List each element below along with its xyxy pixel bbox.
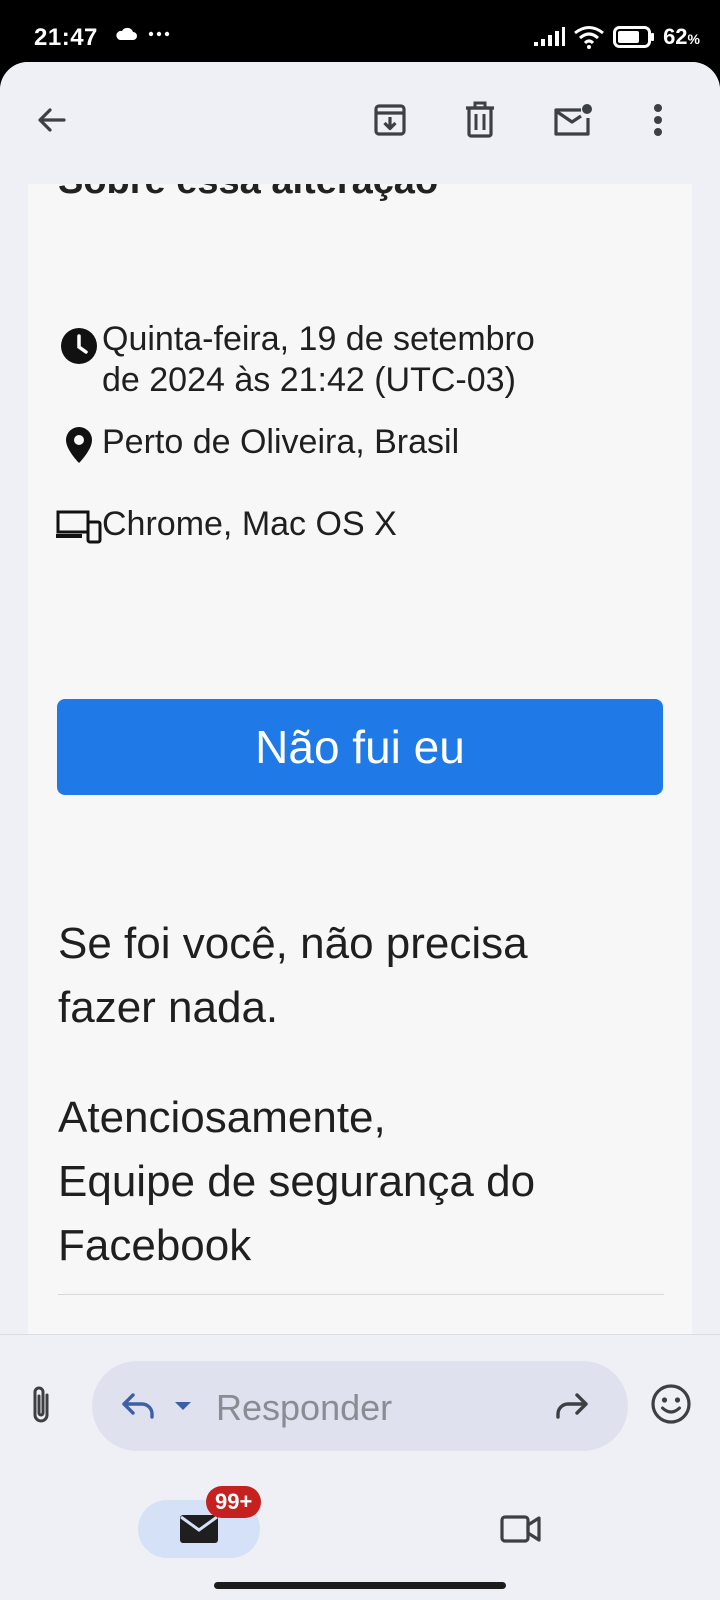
cloud-icon bbox=[116, 27, 137, 40]
date-row: Quinta-feira, 19 de setembro de 2024 às … bbox=[56, 319, 535, 401]
video-camera-icon bbox=[500, 1515, 541, 1543]
location-pin-icon bbox=[66, 427, 92, 463]
battery-percent: 62 bbox=[663, 24, 688, 49]
signature: Atenciosamente, Equipe de segurança do F… bbox=[58, 1086, 658, 1278]
emoji-icon bbox=[651, 1384, 691, 1424]
mail-icon bbox=[180, 1515, 218, 1543]
date-line-1: Quinta-feira, 19 de setembro bbox=[102, 320, 535, 358]
status-bar: 21:47 62% bbox=[0, 0, 720, 66]
attach-button[interactable] bbox=[26, 1383, 56, 1432]
battery-unit: % bbox=[687, 31, 700, 47]
back-arrow-icon bbox=[38, 108, 66, 132]
home-indicator[interactable] bbox=[214, 1582, 506, 1589]
email-body: Sobre essa alteração Quinta-feira, 19 de… bbox=[28, 174, 692, 1402]
wifi-icon bbox=[574, 26, 604, 49]
emoji-button[interactable] bbox=[650, 1383, 692, 1430]
device-text: Chrome, Mac OS X bbox=[102, 505, 397, 543]
date-line-2: de 2024 às 21:42 (UTC-03) bbox=[102, 361, 516, 399]
back-button[interactable] bbox=[24, 92, 80, 148]
gmail-app: Sobre essa alteração Quinta-feira, 19 de… bbox=[0, 62, 720, 1600]
signoff-line-3: Facebook bbox=[58, 1221, 252, 1270]
device-row: Chrome, Mac OS X bbox=[56, 504, 397, 545]
chevron-down-icon[interactable] bbox=[174, 1401, 192, 1411]
devices-icon bbox=[56, 510, 102, 544]
reply-icon bbox=[122, 1393, 154, 1419]
clock-icon bbox=[61, 328, 97, 364]
delete-icon bbox=[466, 101, 494, 138]
signoff-line-1: Atenciosamente, bbox=[58, 1093, 386, 1142]
body-line-1: Se foi você, não precisa bbox=[58, 919, 528, 968]
unread-badge: 99+ bbox=[206, 1486, 262, 1518]
reply-placeholder: Responder bbox=[216, 1387, 393, 1428]
location-row: Perto de Oliveira, Brasil bbox=[56, 422, 459, 464]
more-dots-icon bbox=[148, 31, 170, 37]
location-text: Perto de Oliveira, Brasil bbox=[102, 423, 460, 461]
signoff-line-2: Equipe de segurança do bbox=[58, 1157, 536, 1206]
email-toolbar bbox=[0, 62, 720, 184]
archive-icon bbox=[374, 104, 406, 136]
more-options-icon bbox=[654, 104, 662, 136]
nav-meet[interactable] bbox=[500, 1514, 542, 1549]
reply-field[interactable]: Responder bbox=[92, 1361, 628, 1451]
more-options-button[interactable] bbox=[630, 92, 686, 148]
body-paragraph: Se foi você, não precisa fazer nada. bbox=[58, 912, 658, 1040]
signal-icon bbox=[534, 27, 566, 46]
body-line-2: fazer nada. bbox=[58, 983, 279, 1032]
delete-button[interactable] bbox=[452, 92, 508, 148]
archive-button[interactable] bbox=[362, 92, 418, 148]
battery-icon bbox=[613, 26, 655, 48]
status-time: 21:47 bbox=[34, 24, 98, 51]
attachment-icon bbox=[33, 1386, 49, 1423]
divider bbox=[58, 1294, 664, 1295]
not-me-button[interactable]: Não fui eu bbox=[57, 699, 663, 795]
reply-bar: Responder bbox=[0, 1334, 720, 1475]
mark-unread-icon bbox=[554, 104, 592, 136]
forward-icon[interactable] bbox=[554, 1389, 590, 1421]
mark-unread-button[interactable] bbox=[544, 92, 600, 148]
